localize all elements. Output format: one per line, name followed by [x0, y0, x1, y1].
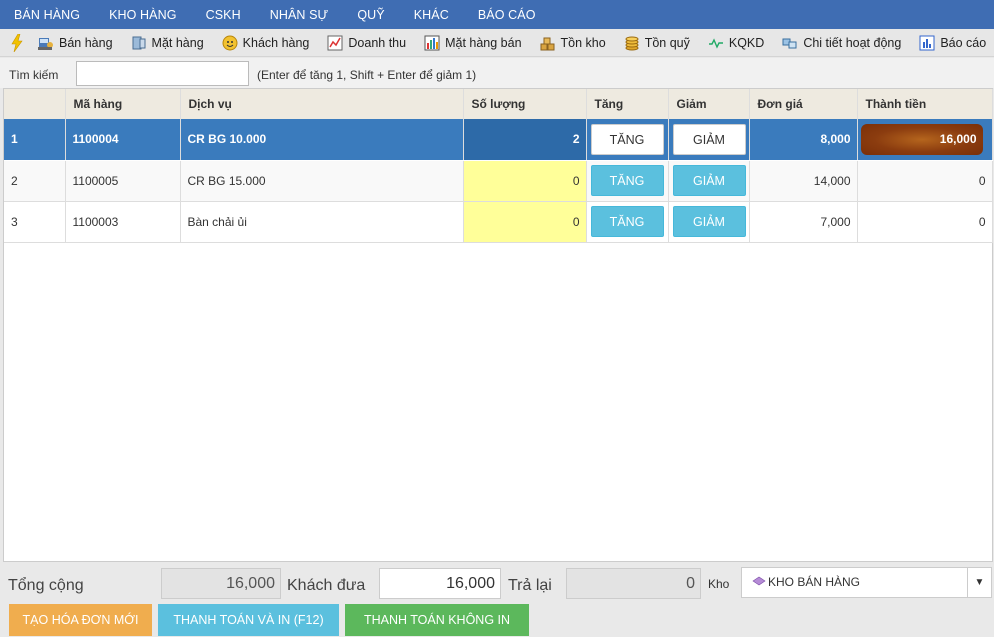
table-header-row: Mã hàng Dịch vụ Số lượng Tăng Giảm Đơn g… [4, 89, 993, 119]
search-row: Tìm kiếm (Enter để tăng 1, Shift + Enter… [0, 58, 994, 88]
payment-footer: Tổng cộng 16,000 Khách đưa 16,000 Trả lạ… [0, 563, 994, 637]
toolbar-khach-hang[interactable]: Khách hàng [222, 35, 309, 51]
change-label: Trả lại [508, 577, 552, 594]
sales-chart-icon [424, 35, 440, 51]
col-dec: Giảm [668, 89, 750, 119]
toolbar: Bán hàng Mặt hàng Khách hàng Doanh thu M… [0, 29, 994, 57]
increase-button[interactable]: TĂNG [590, 123, 664, 155]
menu-cskh[interactable]: CSKH [206, 8, 241, 22]
increase-button[interactable]: TĂNG [590, 206, 664, 237]
increase-button[interactable]: TĂNG [590, 165, 664, 196]
search-hint: (Enter để tăng 1, Shift + Enter để giảm … [257, 68, 477, 82]
row-price: 14,000 [749, 160, 858, 202]
pay-no-print-button[interactable]: THANH TOÁN KHÔNG IN [345, 604, 529, 636]
qty-field[interactable]: 2 [463, 119, 587, 161]
total-label: Tổng cộng [8, 577, 84, 594]
col-total[interactable]: Thành tiền [857, 89, 993, 119]
toolbar-mat-hang-ban[interactable]: Mặt hàng bán [424, 35, 522, 51]
toolbar-kqkd[interactable]: KQKD [708, 35, 764, 51]
row-service: CR BG 15.000 [180, 160, 464, 202]
row-service: CR BG 10.000 [180, 119, 464, 161]
warehouse-select[interactable]: KHO BÁN HÀNG ▼ [741, 567, 992, 598]
report-icon [919, 35, 935, 51]
row-code: 1100004 [65, 119, 181, 161]
col-qty[interactable]: Số lượng [463, 89, 587, 119]
toolbar-ton-quy[interactable]: Tồn quỹ [624, 35, 690, 51]
pay-and-print-button[interactable]: THANH TOÁN VÀ IN (F12) [158, 604, 339, 636]
toolbar-bao-cao[interactable]: Báo cáo [919, 35, 986, 51]
col-code[interactable]: Mã hàng [65, 89, 181, 119]
table-row[interactable]: 1 1100004 CR BG 10.000 2 TĂNG GIẢM 8,000… [4, 119, 993, 161]
menu-khac[interactable]: KHÁC [414, 8, 449, 22]
toolbar-chi-tiet-hoat-dong[interactable]: Chi tiết hoạt động [782, 35, 901, 51]
search-label: Tìm kiếm [9, 68, 59, 82]
toolbar-mat-hang[interactable]: Mặt hàng [131, 35, 204, 51]
coins-icon [624, 35, 640, 51]
product-icon [131, 35, 147, 51]
menu-kho-hang[interactable]: KHO HÀNG [109, 8, 176, 22]
qty-field[interactable]: 0 [463, 201, 587, 243]
invoice-table: Mã hàng Dịch vụ Số lượng Tăng Giảm Đơn g… [3, 88, 993, 562]
paid-label: Khách đưa [287, 577, 366, 594]
line-chart-icon [708, 35, 724, 51]
quick-action-icon[interactable] [10, 33, 24, 52]
stock-icon [540, 35, 556, 51]
row-no: 2 [4, 160, 66, 202]
change-field: 0 [566, 568, 701, 599]
search-input[interactable] [76, 61, 249, 86]
chevron-down-icon[interactable]: ▼ [967, 568, 991, 597]
col-inc: Tăng [586, 89, 669, 119]
col-service[interactable]: Dịch vụ [180, 89, 464, 119]
table-row[interactable]: 2 1100005 CR BG 15.000 0 TĂNG GIẢM 14,00… [4, 160, 993, 202]
activity-icon [782, 35, 798, 51]
menu-nhan-su[interactable]: NHÂN SỰ [270, 8, 329, 22]
kho-label: Kho [708, 577, 730, 591]
toolbar-doanh-thu[interactable]: Doanh thu [327, 35, 406, 51]
row-code: 1100003 [65, 201, 181, 243]
toolbar-ton-kho[interactable]: Tồn kho [540, 35, 606, 51]
new-invoice-button[interactable]: TẠO HÓA ĐƠN MỚI [9, 604, 152, 636]
col-price[interactable]: Đơn giá [749, 89, 858, 119]
row-code: 1100005 [65, 160, 181, 202]
col-no [4, 89, 66, 119]
row-price: 8,000 [749, 119, 858, 161]
menu-ban-hang[interactable]: BÁN HÀNG [14, 8, 80, 22]
row-price: 7,000 [749, 201, 858, 243]
row-total: 16,000 [860, 123, 983, 155]
menu-quy[interactable]: QUỸ [357, 8, 384, 22]
row-service: Bàn chải ủi [180, 201, 464, 243]
row-no: 1 [4, 119, 66, 161]
row-total: 0 [857, 201, 993, 243]
paid-field[interactable]: 16,000 [379, 568, 501, 599]
main-menu: BÁN HÀNG KHO HÀNG CSKH NHÂN SỰ QUỸ KHÁC … [0, 0, 994, 29]
decrease-button[interactable]: GIẢM [672, 123, 746, 155]
row-no: 3 [4, 201, 66, 243]
qty-field[interactable]: 0 [463, 160, 587, 202]
warehouse-icon [752, 568, 766, 597]
cashier-icon [38, 35, 54, 51]
decrease-button[interactable]: GIẢM [672, 165, 746, 196]
warehouse-value: KHO BÁN HÀNG [768, 575, 861, 589]
row-total: 0 [857, 160, 993, 202]
revenue-icon [327, 35, 343, 51]
decrease-button[interactable]: GIẢM [672, 206, 746, 237]
customer-icon [222, 35, 238, 51]
total-field: 16,000 [161, 568, 281, 599]
menu-bao-cao[interactable]: BÁO CÁO [478, 8, 536, 22]
toolbar-ban-hang[interactable]: Bán hàng [38, 35, 113, 51]
table-row[interactable]: 3 1100003 Bàn chải ủi 0 TĂNG GIẢM 7,000 … [4, 201, 993, 243]
